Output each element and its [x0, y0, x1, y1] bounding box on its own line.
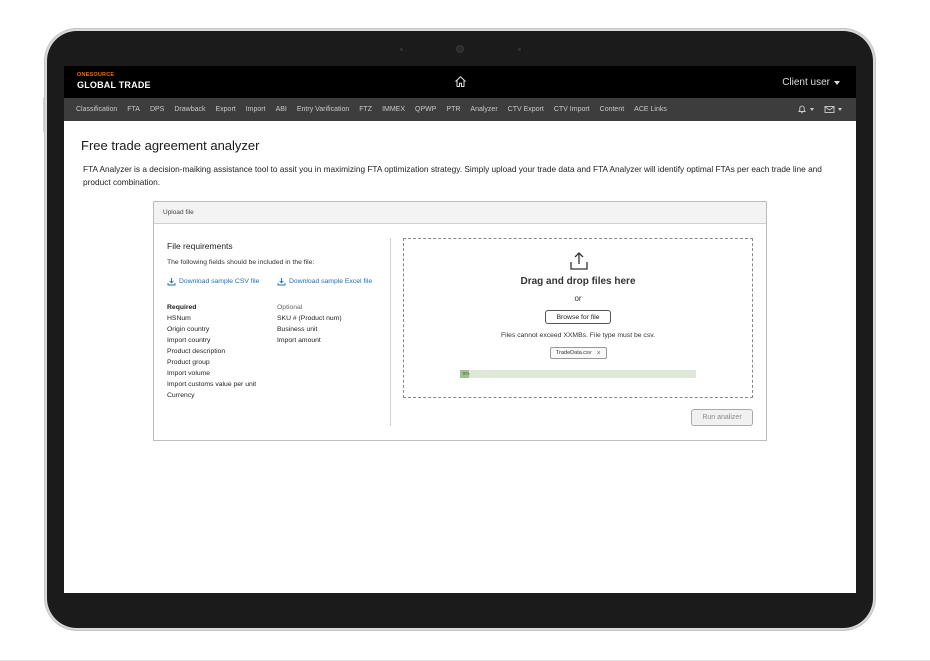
download-csv-link[interactable]: Download sample CSV file	[167, 277, 259, 286]
nav-item-classification[interactable]: Classification	[76, 106, 117, 113]
download-icon	[277, 278, 286, 286]
chevron-down-icon	[810, 107, 814, 111]
nav-item-ace-links[interactable]: ACE Links	[634, 106, 667, 113]
upload-icon	[570, 252, 588, 270]
mail-icon	[824, 105, 835, 113]
run-analyzer-button[interactable]: Run analizer	[691, 409, 753, 426]
user-menu[interactable]: Client user	[782, 77, 840, 88]
field-item: HSNum	[167, 315, 191, 322]
field-item: SKU # (Product num)	[277, 315, 342, 322]
optional-heading: Optional	[277, 304, 303, 311]
browse-button[interactable]: Browse for file	[545, 310, 611, 324]
nav-item-ptr[interactable]: PTR	[446, 106, 460, 113]
field-item: Import amount	[277, 337, 321, 344]
file-chip: TradeData.csv ×	[550, 347, 607, 359]
optional-fields: Optional SKU # (Product num) Business un…	[277, 302, 342, 346]
top-bar: ONESOURCE GLOBAL TRADE Client user	[64, 66, 856, 98]
nav-item-qpwp[interactable]: QPWP	[415, 106, 436, 113]
nav-item-analyzer[interactable]: Analyzer	[470, 106, 497, 113]
download-excel-label: Download sample Excel file	[289, 278, 373, 285]
field-item: Business unit	[277, 326, 318, 333]
nav-item-dps[interactable]: DPS	[150, 106, 164, 113]
dropzone-title: Drag and drop files here	[520, 276, 636, 287]
card-header: Upload file	[154, 202, 766, 224]
required-fields: Required HSNum Origin country Import cou…	[167, 302, 256, 401]
close-icon[interactable]: ×	[597, 350, 601, 357]
page-title: Free trade agreement analyzer	[81, 138, 260, 153]
file-chip-name: TradeData.csv	[556, 350, 592, 356]
column-divider	[390, 238, 391, 426]
requirements-subtitle: The following fields should be included …	[167, 259, 315, 266]
device-camera	[456, 45, 464, 53]
field-item: Import volume	[167, 370, 211, 377]
field-item: Origin country	[167, 326, 210, 333]
field-item: Product description	[167, 348, 226, 355]
nav-item-export[interactable]: Export	[215, 106, 235, 113]
brand-bottom: GLOBAL TRADE	[77, 79, 151, 90]
user-menu-label: Client user	[782, 77, 830, 88]
field-item: Import country	[167, 337, 211, 344]
main-nav: Classification FTA DPS Drawback Export Import…	[64, 98, 856, 121]
nav-item-drawback[interactable]: Drawback	[174, 106, 205, 113]
field-item: Currency	[167, 392, 195, 399]
nav-item-fta[interactable]: FTA	[127, 106, 140, 113]
nav-item-content[interactable]: Content	[600, 106, 625, 113]
nav-item-entry-varification[interactable]: Entry Varification	[297, 106, 349, 113]
required-heading: Required	[167, 304, 197, 311]
dropzone-or: or	[574, 294, 582, 303]
nav-item-ctv-export[interactable]: CTV Export	[508, 106, 544, 113]
chevron-down-icon	[838, 107, 842, 111]
requirements-title: File requirements	[167, 241, 233, 251]
file-dropzone[interactable]: Drag and drop files here or Browse for f…	[403, 238, 753, 398]
file-note: Files cannot exceed XXMBs. File type mus…	[501, 332, 655, 339]
messages-menu[interactable]	[824, 105, 842, 114]
nav-item-immex[interactable]: IMMEX	[382, 106, 405, 113]
chevron-down-icon	[834, 80, 840, 85]
nav-item-import[interactable]: Import	[246, 106, 266, 113]
nav-item-ftz[interactable]: FTZ	[359, 106, 372, 113]
nav-items: Classification FTA DPS Drawback Export Import…	[76, 98, 677, 121]
brand-top: ONESOURCE	[77, 72, 115, 78]
download-icon	[167, 278, 176, 286]
home-icon[interactable]	[454, 75, 467, 88]
nav-item-abi[interactable]: ABI	[276, 106, 287, 113]
device-sensor	[400, 48, 403, 51]
nav-icons	[797, 104, 842, 114]
field-item: Product group	[167, 359, 210, 366]
upload-card: Upload file File requirements The follow…	[153, 201, 767, 441]
device-sensor	[518, 48, 521, 51]
app-screen: ONESOURCE GLOBAL TRADE Client user Class…	[64, 66, 856, 593]
notifications-menu[interactable]	[797, 104, 814, 114]
nav-item-ctv-import[interactable]: CTV Import	[554, 106, 590, 113]
brand-logo[interactable]: ONESOURCE GLOBAL TRADE	[77, 72, 151, 90]
upload-progress-label: 5%	[463, 371, 470, 376]
bell-icon	[798, 105, 806, 114]
upload-progress-bar: 5%	[460, 370, 696, 378]
field-item: Import customs value per unit	[167, 381, 257, 388]
page-intro: FTA Analyzer is a decision-maiking assis…	[83, 164, 822, 187]
download-excel-link[interactable]: Download sample Excel file	[277, 277, 372, 286]
download-csv-label: Download sample CSV file	[179, 278, 260, 285]
